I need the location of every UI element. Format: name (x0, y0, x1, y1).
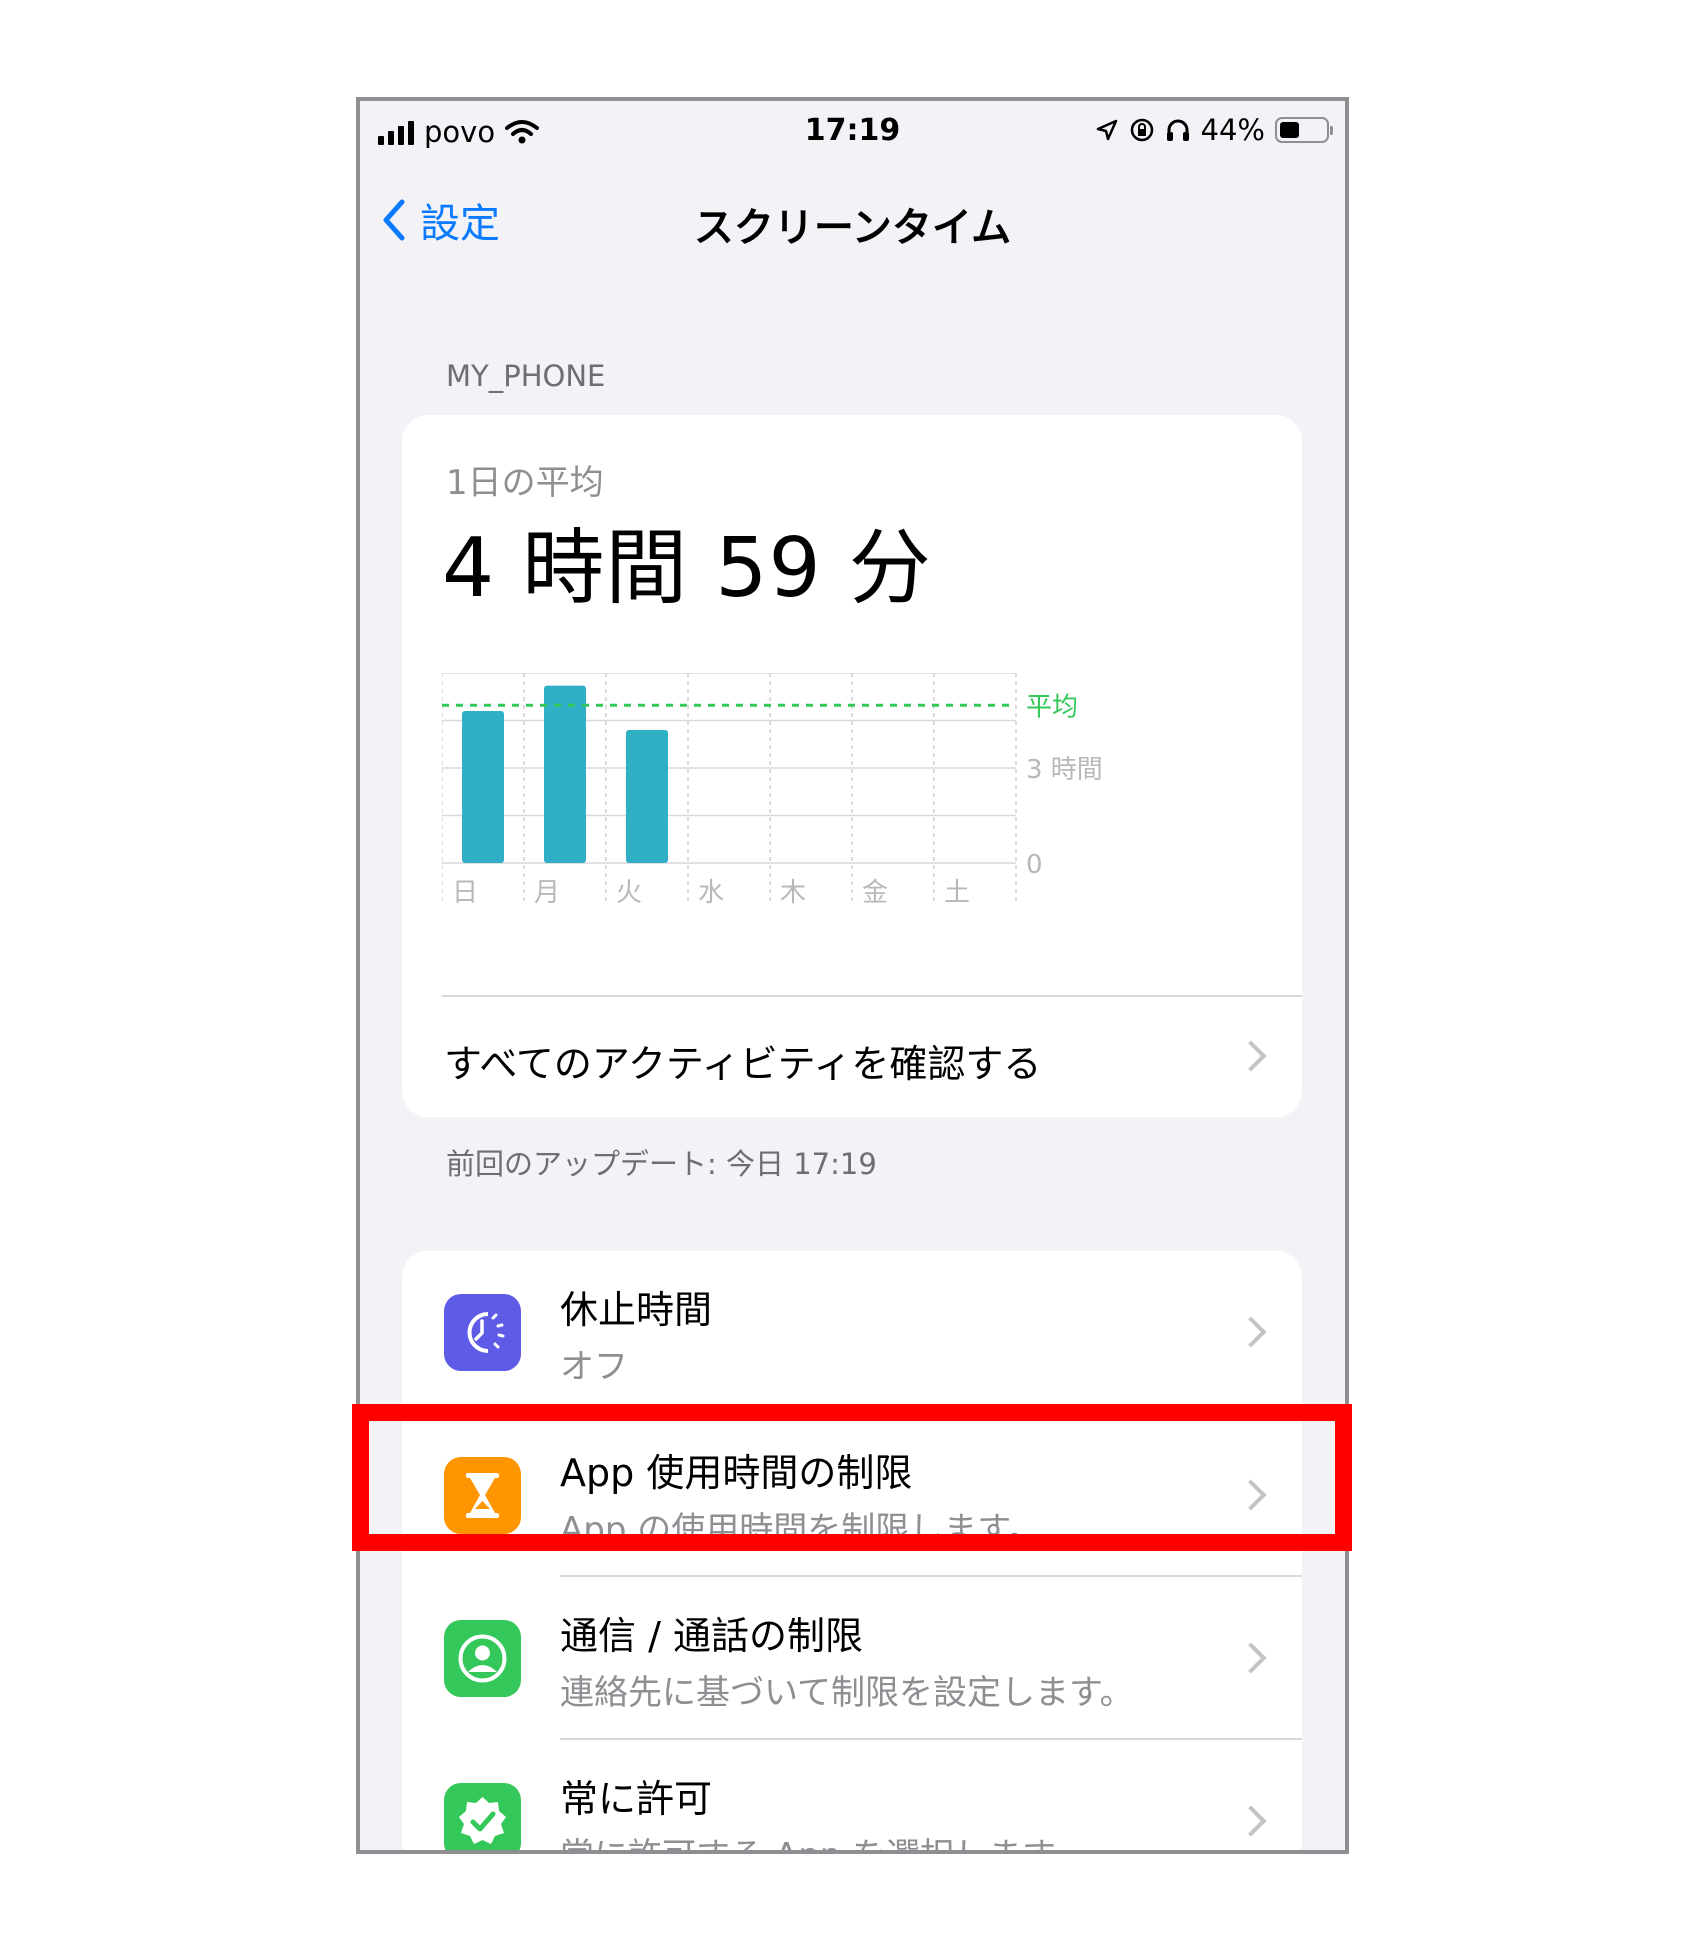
chevron-right-icon (1235, 1040, 1267, 1072)
chevron-right-icon (1235, 1479, 1267, 1511)
chart-bar (544, 685, 586, 863)
always-allowed-title: 常に許可 (560, 1777, 713, 1821)
x-tick-label: 水 (698, 878, 724, 908)
y-tick-label: 3 時間 (1026, 755, 1103, 785)
usage-summary-card: 1日の平均 4 時間 59 分 平均 3 時間 0 日 月 火 水 木 金 土 すべてのアクティビ… (402, 415, 1302, 1117)
weekly-usage-chart[interactable]: 平均 3 時間 0 日 月 火 水 木 金 土 (442, 673, 1262, 973)
see-all-activity-row[interactable]: すべてのアクティビティを確認する (402, 995, 1302, 1117)
device-section-header: MY_PHONE (446, 359, 606, 393)
x-tick-label: 土 (944, 878, 970, 908)
phone-screen: povo 17:19 44% 設定 スクリーンタイム MY_PHONE 1日の平… (356, 97, 1349, 1854)
row-separator (442, 995, 1302, 997)
y-tick-label: 0 (1026, 850, 1043, 880)
app-limits-row[interactable]: App 使用時間の制限 App の使用時間を制限します。 (402, 1414, 1302, 1577)
downtime-title: 休止時間 (560, 1288, 713, 1332)
downtime-icon (444, 1294, 521, 1371)
downtime-subtitle: オフ (560, 1347, 628, 1387)
chart-bar (626, 730, 668, 863)
hourglass-icon (444, 1457, 521, 1534)
always-allowed-subtitle: 常に許可する App を選択します。 (560, 1828, 1087, 1850)
app-limits-title: App 使用時間の制限 (560, 1451, 913, 1495)
chevron-right-icon (1235, 1316, 1267, 1348)
page-title: スクリーンタイム (693, 205, 1012, 251)
communication-limits-title: 通信 / 通話の制限 (560, 1614, 863, 1658)
chevron-right-icon (1235, 1642, 1267, 1674)
x-tick-label: 日 (452, 878, 478, 908)
navigation-bar: 設定 スクリーンタイム (360, 181, 1345, 261)
chevron-right-icon (1235, 1805, 1267, 1837)
daily-average-label: 1日の平均 (446, 463, 604, 503)
checkmark-badge-icon (444, 1783, 521, 1850)
last-updated-text: 前回のアップデート: 今日 17:19 (446, 1147, 877, 1181)
orientation-lock-icon (1130, 118, 1153, 142)
battery-percentage: 44% (1200, 113, 1265, 147)
see-all-activity-label: すべてのアクティビティを確認する (444, 1042, 1042, 1086)
app-limits-subtitle: App の使用時間を制限します。 (560, 1510, 1042, 1550)
location-icon (1096, 119, 1117, 141)
chart-bar (462, 711, 504, 863)
x-tick-label: 木 (780, 878, 806, 908)
communication-limits-row[interactable]: 通信 / 通話の制限 連絡先に基づいて制限を設定します。 (402, 1577, 1302, 1740)
status-bar: povo 17:19 44% (360, 101, 1345, 165)
always-allowed-row[interactable]: 常に許可 常に許可する App を選択します。 (402, 1740, 1302, 1850)
downtime-row[interactable]: 休止時間 オフ (402, 1251, 1302, 1414)
contact-icon (444, 1620, 521, 1697)
chart-canvas: 平均 3 時間 0 日 月 火 水 木 金 土 (442, 673, 1103, 908)
daily-average-value[interactable]: 4 時間 59 分 (442, 501, 932, 620)
x-tick-label: 月 (534, 878, 560, 908)
x-tick-label: 火 (616, 878, 642, 908)
communication-limits-subtitle: 連絡先に基づいて制限を設定します。 (560, 1673, 1134, 1713)
settings-list: 休止時間 オフ App 使用時間の制限 App の使用時間を制限します。 通信 … (402, 1251, 1302, 1850)
average-label: 平均 (1026, 692, 1078, 722)
headphones-icon (1166, 119, 1189, 141)
battery-icon (1275, 117, 1333, 143)
x-tick-label: 金 (862, 878, 888, 908)
